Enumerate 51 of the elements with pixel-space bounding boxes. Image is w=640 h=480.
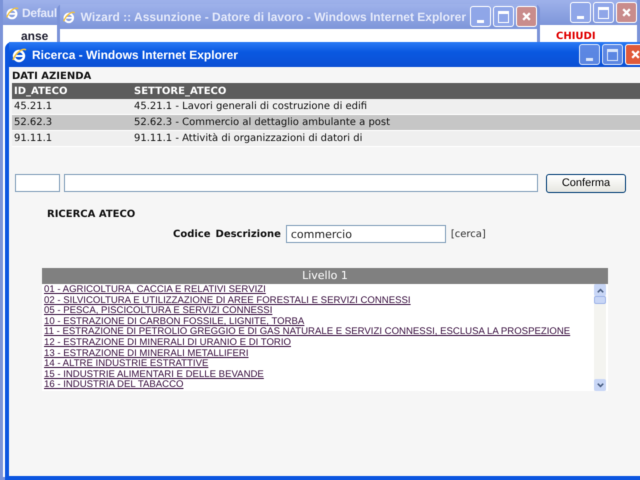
category-link[interactable]: 16 - INDUSTRIA DEL TABACCO	[44, 379, 184, 390]
browser-logo-icon	[62, 8, 76, 24]
browser-logo-icon	[5, 6, 19, 20]
category-link[interactable]: 02 - SILVICOLTURA E UTILIZZAZIONE DI AREE FORESTALI E SERVIZI CONNESSI	[44, 294, 411, 306]
section-title: DATI AZIENDA	[12, 70, 92, 83]
window-title: Defaul	[22, 6, 57, 20]
window-title: Wizard :: Assunzione - Datore di lavoro - Windows Internet Explorer	[80, 10, 466, 24]
description-field[interactable]	[64, 174, 538, 192]
maximize-button[interactable]	[602, 44, 623, 65]
close-icon	[621, 7, 632, 18]
search-link[interactable]: [cerca]	[450, 228, 486, 240]
close-button[interactable]	[625, 44, 640, 65]
chevron-up-icon	[596, 286, 604, 294]
category-link[interactable]: 12 - ESTRAZIONE DI MINERALI DI URANIO E DI TORIO	[44, 336, 291, 348]
field-label: Codice	[173, 228, 211, 240]
scroll-thumb[interactable]	[594, 296, 606, 304]
search-field[interactable]: commercio	[286, 225, 446, 243]
table-row[interactable]: 52.62.3 52.62.3 - Commercio al dettaglio ambulante a post	[12, 115, 640, 131]
field-label: Descrizione	[216, 228, 281, 240]
logo-text: anse	[21, 29, 48, 43]
code-field[interactable]	[15, 174, 60, 192]
section-title: RICERCA ATECO	[47, 208, 136, 222]
category-link[interactable]: 01 - AGRICOLTURA, CACCIA E RELATIVI SERVIZI	[44, 284, 266, 295]
column-header: ID_ATECO	[14, 86, 68, 96]
table-cell-text: 91.11.1	[14, 133, 54, 144]
close-icon	[630, 49, 640, 60]
category-link[interactable]: 14 - ALTRE INDUSTRIE ESTRATTIVE	[44, 358, 208, 370]
table-cell-text: 45.21.1	[14, 101, 54, 112]
category-link[interactable]: 10 - ESTRAZIONE DI CARBON FOSSILE, LIGNITE, TORBA	[44, 316, 304, 327]
category-link[interactable]: 11 - ESTRAZIONE DI PETROLIO GREGGIO E DI GAS NATURALE E SERVIZI CONNESSI, ESCLUSA LA PROSPEZIONE	[44, 326, 570, 338]
close-icon	[521, 11, 532, 22]
minimize-button[interactable]	[579, 44, 600, 65]
category-link[interactable]: 05 - PESCA, PISCICOLTURA E SERVIZI CONNESSI	[44, 305, 272, 316]
scroll-down-button[interactable]	[594, 379, 606, 391]
category-link[interactable]: 15 - INDUSTRIE ALIMENTARI E DELLE BEVANDE	[44, 368, 264, 380]
table-cell: 45.21.1 - Lavori generali di costruzione di edifi	[134, 101, 368, 112]
table-row[interactable]: 91.11.1 91.11.1 - Attività di organizzazioni di datori di	[12, 131, 640, 147]
category-link[interactable]: 13 - ESTRAZIONE DI MINERALI METALLIFERI	[44, 348, 249, 359]
window-title: Ricerca - Windows Internet Explorer	[32, 48, 238, 62]
scrollbar[interactable]	[594, 284, 606, 391]
scroll-up-button[interactable]	[594, 284, 606, 296]
panel-header: Livello 1	[42, 268, 608, 284]
table-cell-text: 52.62.3	[14, 117, 54, 128]
table-cell: 52.62.3 - Commercio al dettaglio ambulante a post	[134, 117, 390, 128]
confirm-button[interactable]: Conferma	[546, 174, 626, 192]
chevron-down-icon	[596, 380, 604, 390]
browser-logo-icon	[11, 46, 27, 62]
close-link[interactable]: CHIUDI	[556, 31, 596, 42]
table-row[interactable]: 45.21.1 45.21.1 - Lavori generali di costruzione di edifi	[12, 99, 640, 115]
column-header: SETTORE_ATECO	[134, 86, 226, 96]
table-cell: 91.11.1 - Attività di organizzazioni di datori di	[134, 133, 362, 144]
